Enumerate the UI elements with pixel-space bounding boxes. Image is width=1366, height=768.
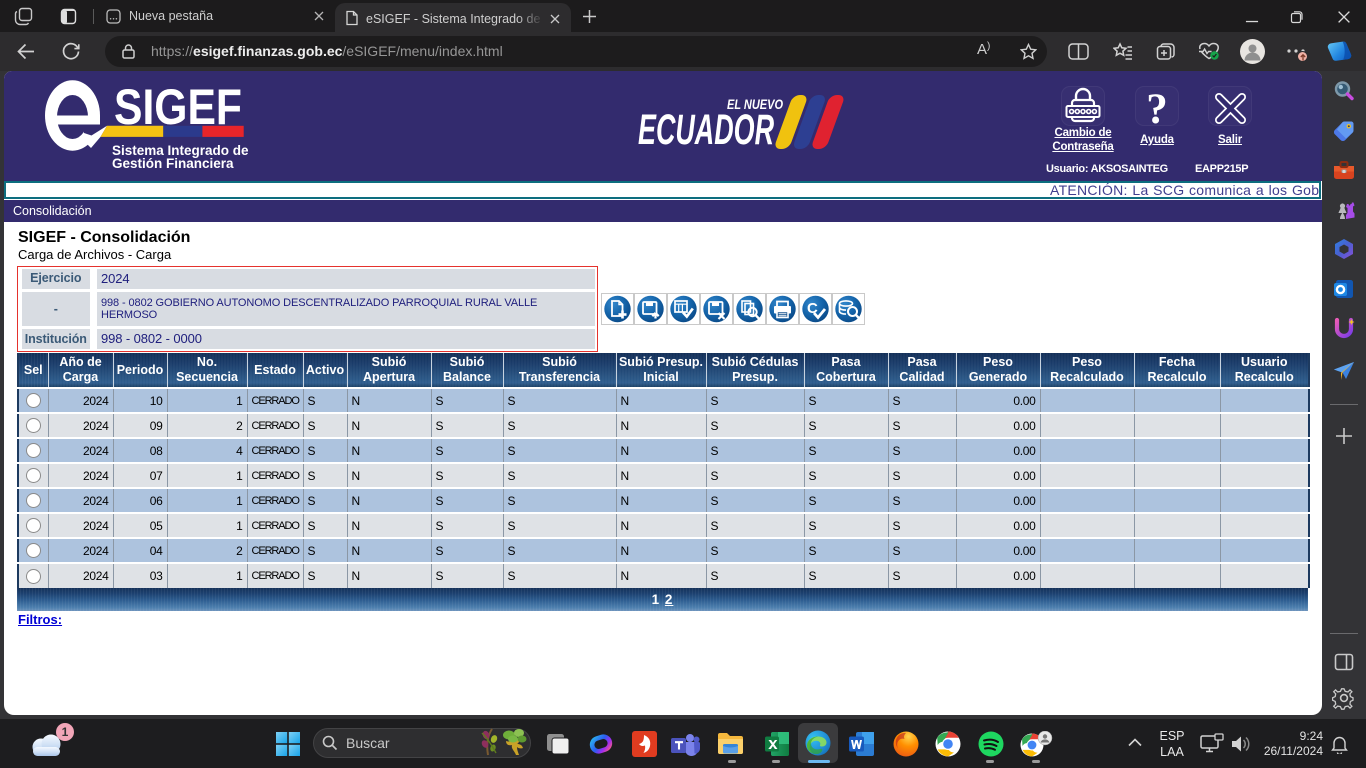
svg-text:ECUADOR: ECUADOR — [638, 106, 774, 153]
svg-text:Gestión Financiera: Gestión Financiera — [112, 156, 234, 171]
svg-text:SIGEF: SIGEF — [114, 79, 242, 135]
